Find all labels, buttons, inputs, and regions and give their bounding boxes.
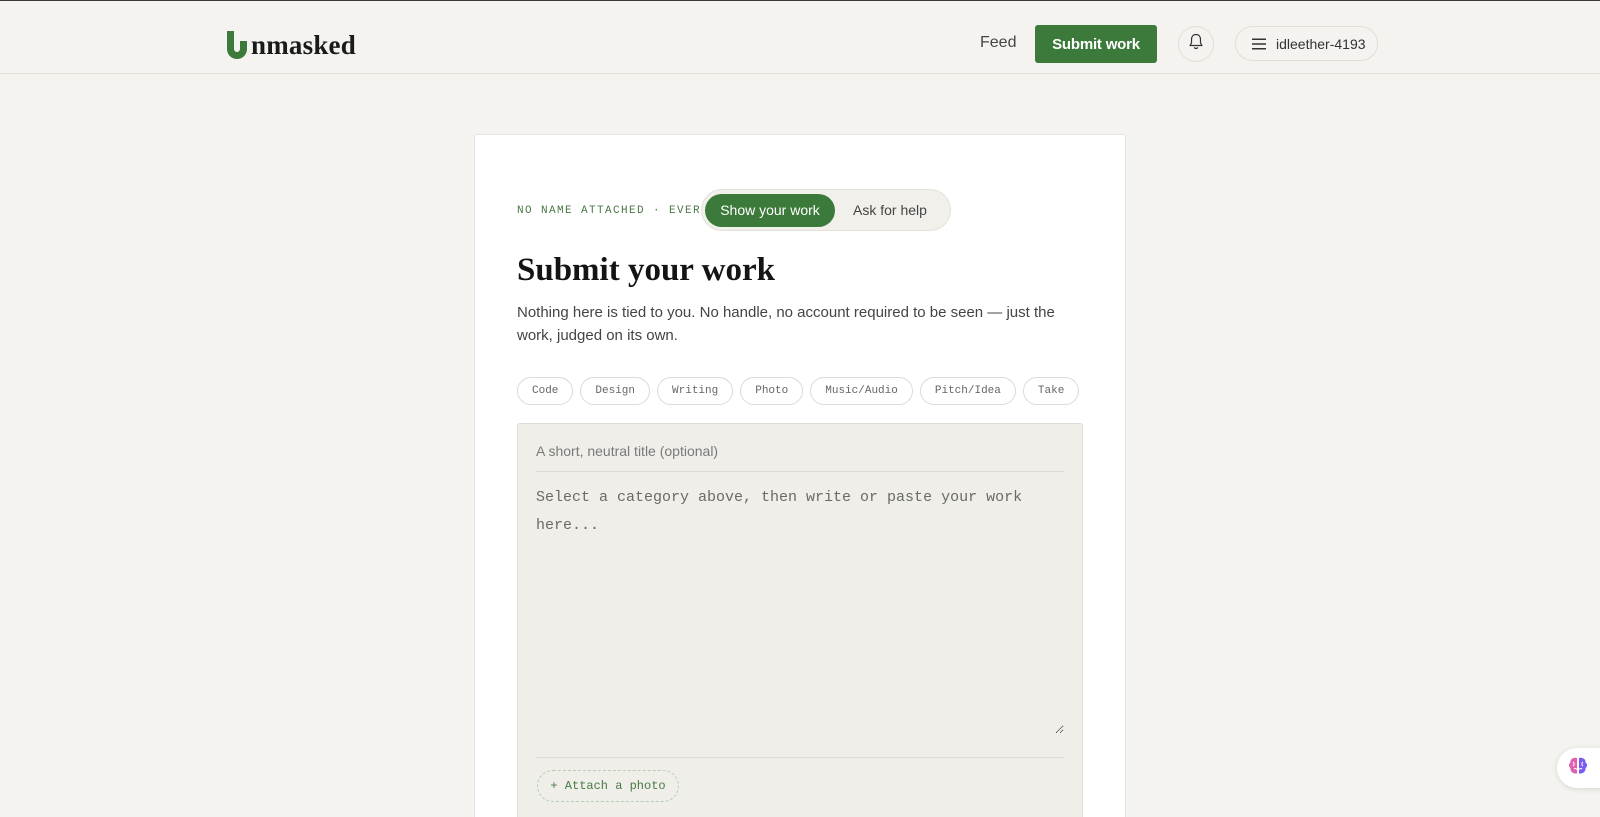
category-chip-take[interactable]: Take (1022, 377, 1080, 405)
brain-icon (1567, 756, 1589, 781)
submit-card: NO NAME ATTACHED · EVER Show your work A… (474, 134, 1126, 817)
page-description: Nothing here is tied to you. No handle, … (517, 304, 1055, 344)
logo-mark-icon (224, 29, 250, 63)
bell-icon (1188, 33, 1204, 55)
logo-text: nmasked (251, 30, 356, 60)
submit-work-button[interactable]: Submit work (1035, 25, 1157, 63)
page-title: Submit your work (517, 252, 775, 288)
category-chip-music-audio[interactable]: Music/Audio (810, 377, 913, 405)
username-label: idleether-4193 (1276, 35, 1366, 52)
editor-divider (536, 757, 1064, 758)
notifications-button[interactable] (1178, 26, 1214, 62)
category-chip-design[interactable]: Design (580, 377, 651, 405)
nav-feed-link[interactable]: Feed (980, 34, 1016, 52)
title-input[interactable] (536, 430, 1064, 472)
anonymity-eyebrow: NO NAME ATTACHED · EVER (517, 205, 702, 217)
category-chip-pitch-idea[interactable]: Pitch/Idea (919, 377, 1016, 405)
category-chip-code[interactable]: Code (517, 377, 574, 405)
assistant-floating-button[interactable] (1557, 748, 1600, 788)
menu-icon (1252, 38, 1266, 50)
mode-toggle: Show your work Ask for help (701, 189, 951, 231)
submission-editor: + Attach a photo (517, 423, 1083, 817)
user-menu-button[interactable]: idleether-4193 (1235, 26, 1378, 61)
logo[interactable]: nmasked (224, 23, 356, 63)
category-chip-writing[interactable]: Writing (657, 377, 734, 405)
attach-photo-button[interactable]: + Attach a photo (537, 770, 679, 802)
mode-ask-help-option[interactable]: Ask for help (835, 194, 945, 227)
site-header: nmasked Feed Submit work idleether-4193 (0, 1, 1600, 74)
category-chip-photo[interactable]: Photo (740, 377, 804, 405)
work-body-textarea[interactable] (536, 484, 1064, 734)
category-chips: Code Design Writing Photo Music/Audio Pi… (517, 377, 1083, 409)
mode-show-work-option[interactable]: Show your work (705, 193, 835, 227)
